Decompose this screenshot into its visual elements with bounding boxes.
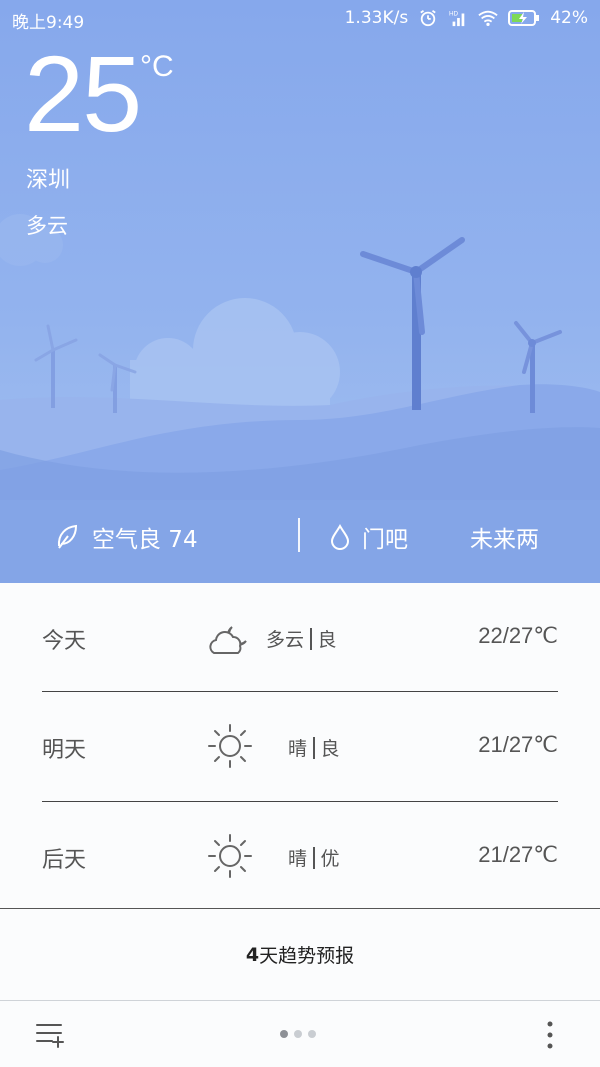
- bottom-bar: [0, 1001, 600, 1067]
- forecast-day: 今天: [42, 629, 87, 654]
- forecast-row-today[interactable]: 今天 多云 良 22/27℃: [42, 583, 558, 693]
- page-dot: [308, 1030, 316, 1038]
- current-condition: 多云: [26, 214, 68, 238]
- forecast-condition: 多云: [266, 629, 305, 651]
- air-quality-item[interactable]: 空气良 74: [56, 520, 198, 554]
- weather-hero: 晚上9:49 1.33K/s HD 42% 25 °C 深圳 多云 空气良 74…: [0, 0, 600, 583]
- partly-cloudy-night-icon: [209, 626, 247, 654]
- signal-hd-icon: HD: [449, 10, 465, 27]
- city-list-add-icon[interactable]: [34, 1019, 66, 1049]
- network-speed: 1.33K/s: [344, 8, 409, 28]
- weather-tip-item[interactable]: 门吧: [330, 520, 408, 554]
- desc-separator: [310, 627, 312, 650]
- current-temperature: 25: [24, 33, 142, 154]
- trend-days-number: 4: [245, 943, 260, 966]
- page-dot-active: [280, 1030, 288, 1038]
- future-forecast-label[interactable]: 未来两: [470, 520, 542, 554]
- water-drop-icon: [330, 524, 350, 550]
- forecast-desc: 晴 优: [288, 844, 340, 871]
- temperature-unit: °C: [140, 50, 174, 83]
- forecast-day: 明天: [42, 738, 87, 763]
- desc-separator: [313, 846, 315, 869]
- sun-icon: [208, 834, 252, 878]
- svg-text:HD: HD: [449, 10, 459, 17]
- battery-percent: 42%: [550, 8, 588, 28]
- forecast-desc: 多云 良: [266, 625, 337, 652]
- more-options-icon[interactable]: [538, 1019, 562, 1051]
- page-indicator: [280, 1030, 316, 1038]
- forecast-temp-range: 22/27℃: [478, 623, 558, 648]
- trend-label: 天趋势预报: [259, 945, 355, 967]
- forecast-temp-range: 21/27℃: [478, 842, 558, 867]
- sun-icon: [208, 724, 252, 768]
- trend-forecast-button[interactable]: 4 天趋势预报: [0, 909, 600, 1000]
- alarm-icon: [420, 10, 436, 27]
- forecast-air-quality: 良: [320, 738, 340, 760]
- strip-divider: [298, 518, 300, 552]
- page-dot: [294, 1030, 302, 1038]
- weather-tip-label: 门吧: [362, 527, 408, 553]
- forecast-condition: 晴: [288, 848, 308, 870]
- forecast-desc: 晴 良: [288, 734, 340, 761]
- forecast-temp-range: 21/27℃: [478, 732, 558, 757]
- forecast-air-quality: 优: [320, 848, 340, 870]
- info-strip[interactable]: 空气良 74 门吧 未来两: [0, 510, 600, 560]
- status-time: 晚上9:49: [12, 13, 85, 33]
- forecast-condition: 晴: [288, 738, 308, 760]
- forecast-row-tomorrow[interactable]: 明天 晴 良 21/27℃: [42, 692, 558, 802]
- leaf-icon: [57, 524, 78, 549]
- forecast-day: 后天: [42, 848, 87, 873]
- desc-separator: [313, 736, 315, 759]
- air-quality-label: 空气良 74: [92, 527, 198, 553]
- status-bar: 晚上9:49 1.33K/s HD 42%: [0, 0, 600, 36]
- wifi-icon: [478, 10, 498, 26]
- forecast-row-day-after[interactable]: 后天 晴 优 21/27℃: [42, 802, 558, 912]
- forecast-air-quality: 良: [317, 629, 337, 651]
- city-name[interactable]: 深圳: [26, 162, 70, 194]
- battery-charging-icon: [508, 10, 540, 26]
